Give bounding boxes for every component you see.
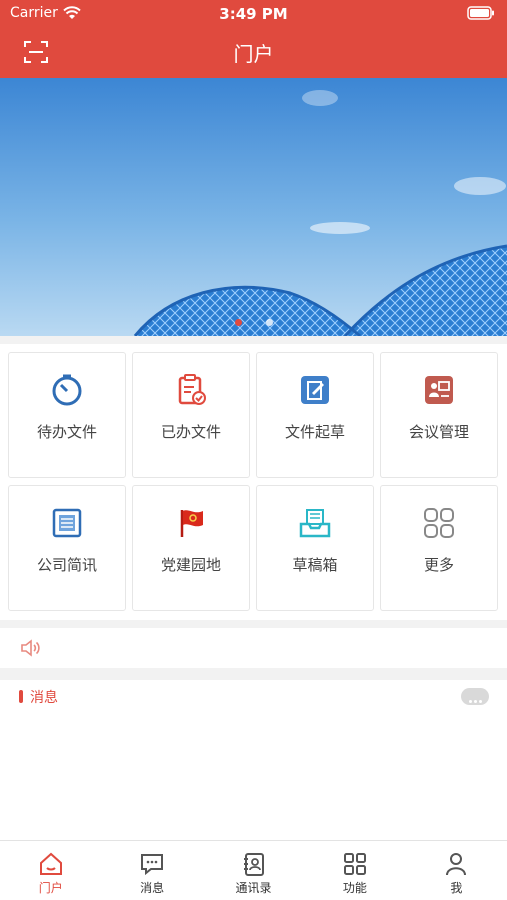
home-icon — [39, 852, 62, 875]
carousel-dot[interactable] — [234, 319, 242, 326]
tile-label: 草稿箱 — [292, 556, 338, 574]
tile-label: 已办文件 — [160, 423, 221, 441]
tile-draft-box[interactable]: 草稿箱 — [256, 485, 374, 611]
tab-messages[interactable]: 消息 — [101, 841, 202, 900]
chat-icon — [141, 854, 164, 876]
newspaper-icon — [52, 508, 82, 538]
tab-label: 通讯录 — [235, 881, 272, 895]
carousel-indicator — [0, 311, 507, 330]
tab-contacts[interactable]: 通讯录 — [203, 841, 304, 900]
tile-more[interactable]: 更多 — [380, 485, 498, 611]
tile-label: 党建园地 — [160, 556, 221, 574]
more-dots-icon[interactable] — [461, 688, 489, 705]
notice-bar[interactable] — [0, 628, 507, 668]
tile-label: 公司简讯 — [36, 556, 97, 574]
tile-draft-document[interactable]: 文件起草 — [256, 352, 374, 478]
app-header: Carrier 3:49 PM 门户 — [0, 0, 507, 78]
clipboard-check-icon — [178, 374, 206, 405]
section-marker — [19, 690, 23, 703]
status-bar: Carrier 3:49 PM — [0, 0, 507, 28]
page-title: 门户 — [233, 42, 274, 66]
edit-document-icon — [301, 376, 329, 404]
tab-label: 我 — [450, 881, 463, 895]
tile-label: 文件起草 — [284, 423, 345, 441]
tab-label: 功能 — [342, 881, 367, 895]
tab-me[interactable]: 我 — [406, 841, 507, 900]
function-grid: 待办文件 已办文件 文件起草 会议管理 公司简讯 党建园地 草稿箱 更多 — [0, 344, 507, 620]
section-title: 消息 — [30, 690, 58, 706]
profile-icon — [446, 853, 467, 876]
timer-icon — [52, 374, 82, 406]
messages-section: 消息 — [0, 680, 507, 840]
banner-carousel[interactable] — [0, 78, 507, 336]
tab-functions[interactable]: 功能 — [304, 841, 405, 900]
tab-label: 门户 — [38, 881, 63, 895]
tile-completed-files[interactable]: 已办文件 — [132, 352, 250, 478]
tile-meeting-management[interactable]: 会议管理 — [380, 352, 498, 478]
inbox-tray-icon — [299, 509, 331, 538]
apps-icon — [343, 853, 366, 875]
tab-portal[interactable]: 门户 — [0, 841, 101, 900]
party-flag-icon — [180, 510, 203, 537]
tile-party-building[interactable]: 党建园地 — [132, 485, 250, 611]
battery-icon — [467, 6, 494, 20]
tile-label: 会议管理 — [408, 423, 469, 441]
grid-more-icon — [424, 508, 454, 538]
bottom-tab-bar: 门户 消息 通讯录 功能 我 — [0, 840, 507, 900]
tile-label: 更多 — [423, 556, 454, 574]
status-time: 3:49 PM — [219, 5, 288, 23]
carousel-dot[interactable] — [265, 319, 273, 326]
contacts-icon — [243, 853, 264, 876]
banner-image — [0, 78, 507, 336]
tab-label: 消息 — [140, 881, 165, 895]
speaker-icon — [21, 639, 40, 657]
tile-company-news[interactable]: 公司简讯 — [8, 485, 126, 611]
tile-label: 待办文件 — [36, 423, 97, 441]
meeting-icon — [425, 376, 453, 404]
tile-pending-files[interactable]: 待办文件 — [8, 352, 126, 478]
